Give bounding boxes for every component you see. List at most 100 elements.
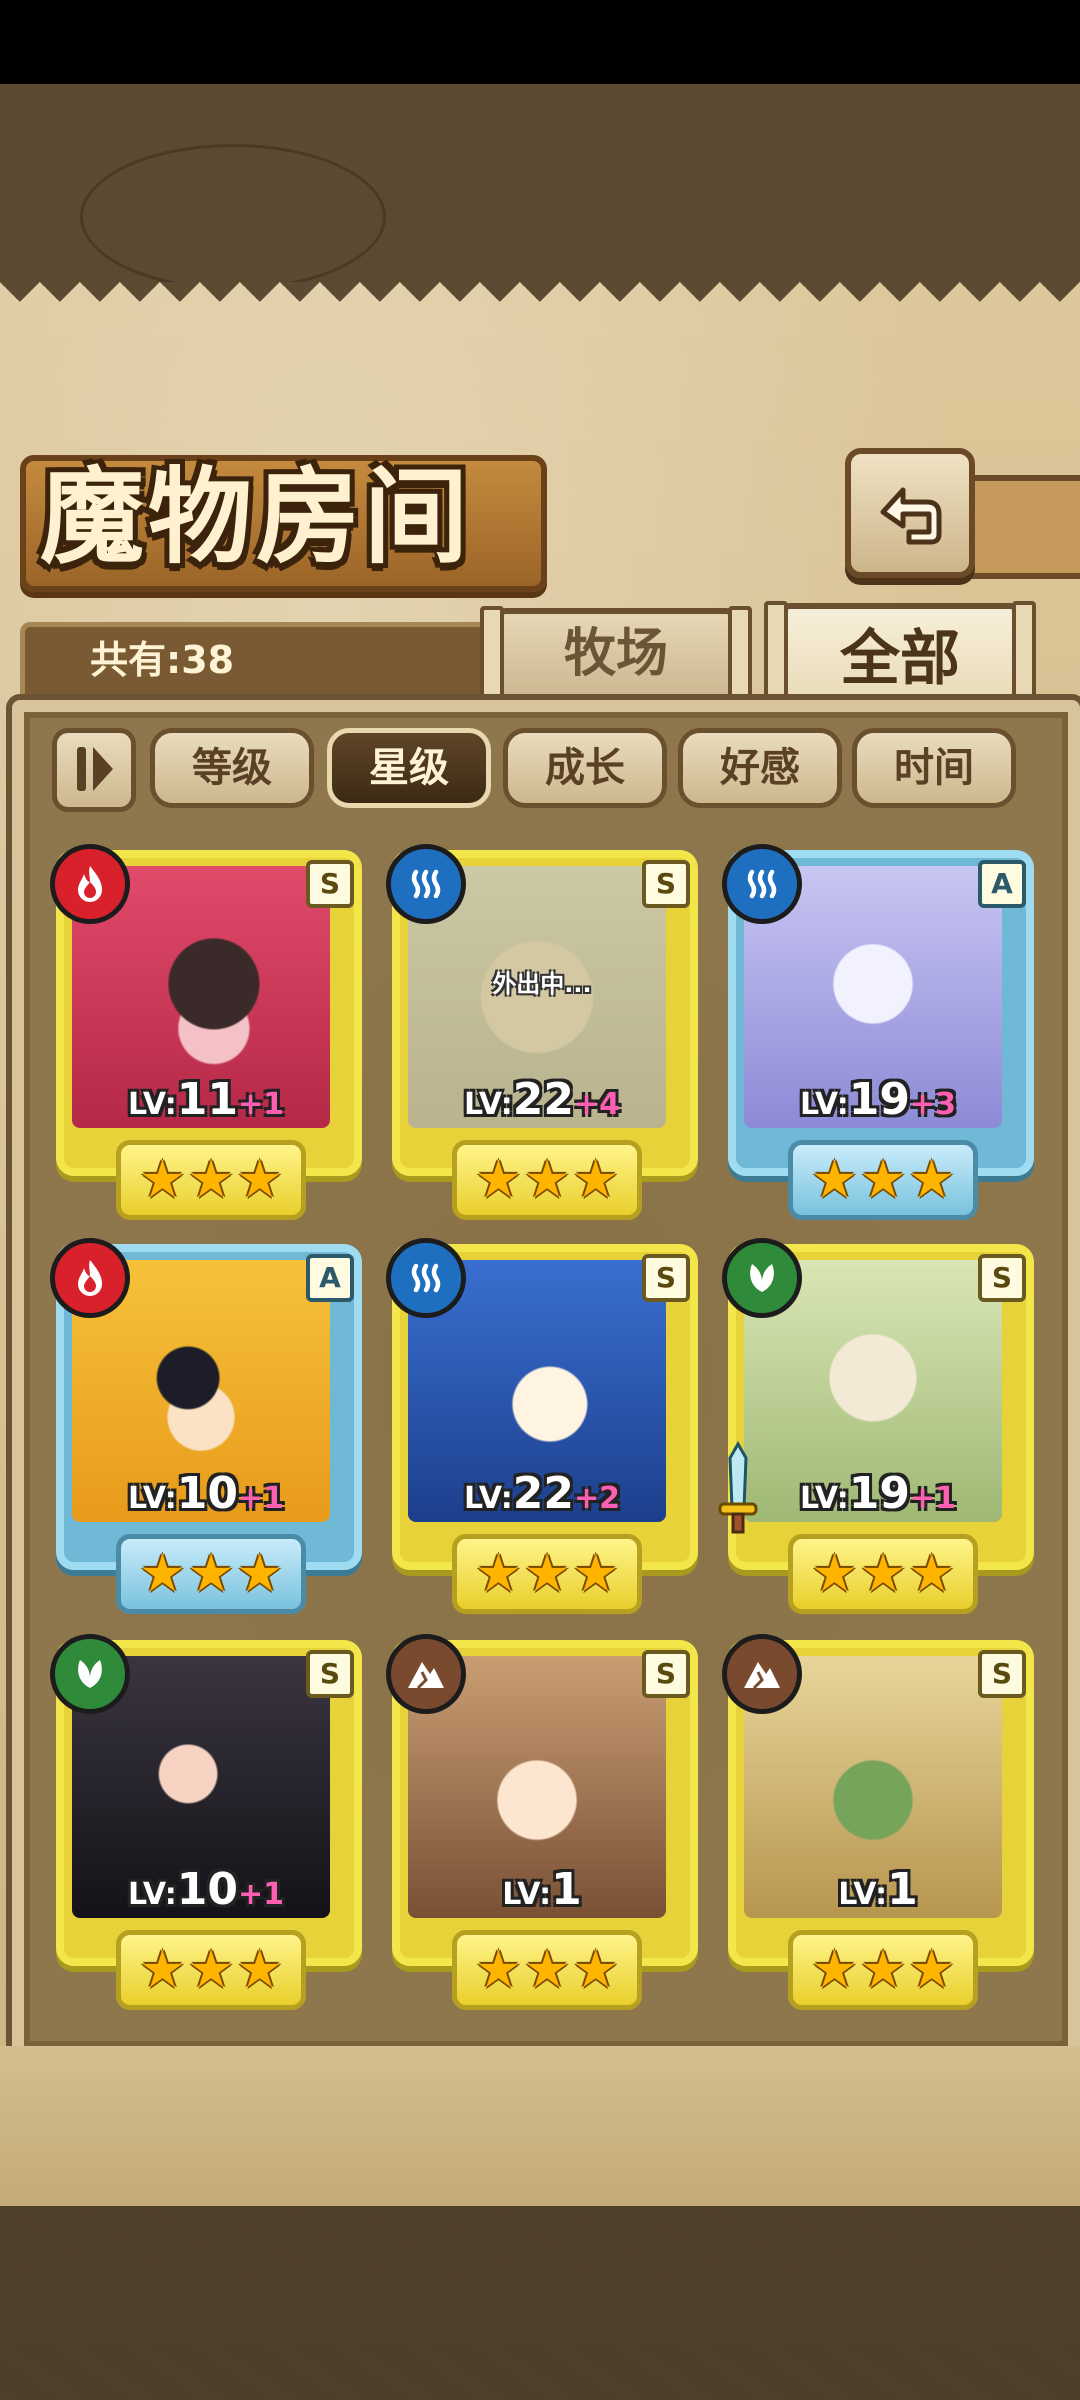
back-rail	[960, 475, 1080, 579]
star-icon: ★	[908, 1940, 955, 2000]
monster-card[interactable]: S LV:11+1 ★ ★ ★	[50, 844, 362, 1224]
fire-icon	[50, 844, 130, 924]
tier-badge: A	[978, 860, 1026, 908]
earth-icon	[386, 1634, 466, 1714]
level-prefix: LV:	[127, 1877, 177, 1912]
star-icon: ★	[811, 1150, 858, 1210]
back-arrow-icon	[880, 487, 942, 545]
level-prefix: LV:	[799, 1481, 849, 1516]
star-icon: ★	[572, 1150, 619, 1210]
star-rating: ★ ★ ★	[452, 1534, 642, 1614]
monster-card[interactable]: S LV:19+1 ★ ★ ★	[718, 1238, 1034, 1618]
star-rating: ★ ★ ★	[788, 1534, 978, 1614]
level-value: 11	[176, 1074, 239, 1125]
level-bonus: +1	[238, 1087, 285, 1122]
monster-card[interactable]: S LV:1 ★ ★ ★	[386, 1634, 698, 2014]
level-value: 19	[848, 1074, 911, 1125]
tier-badge: S	[642, 860, 690, 908]
level-label: LV:1	[722, 1864, 1034, 1915]
sort-order-toggle[interactable]	[52, 728, 136, 812]
earth-icon	[722, 1634, 802, 1714]
star-rating: ★ ★ ★	[116, 1534, 306, 1614]
tier-badge: S	[978, 1650, 1026, 1698]
level-bonus: +3	[910, 1087, 957, 1122]
sort-growth-button[interactable]: 成长	[503, 728, 667, 808]
level-prefix: LV:	[838, 1877, 888, 1912]
star-icon: ★	[139, 1150, 186, 1210]
water-icon	[722, 844, 802, 924]
star-icon: ★	[811, 1940, 858, 2000]
star-rating: ★ ★ ★	[116, 1140, 306, 1220]
star-icon: ★	[908, 1544, 955, 1604]
star-icon: ★	[187, 1150, 235, 1210]
star-rating: ★ ★ ★	[788, 1930, 978, 2010]
nature-icon	[722, 1238, 802, 1318]
level-value: 19	[848, 1468, 911, 1519]
tab-all[interactable]: 全部	[764, 601, 1036, 709]
sort-order-icon	[77, 747, 113, 791]
sort-time-button[interactable]: 时间	[852, 728, 1016, 808]
tier-badge: S	[306, 1650, 354, 1698]
back-button[interactable]	[845, 448, 975, 578]
star-icon: ★	[523, 1544, 571, 1604]
star-icon: ★	[187, 1940, 235, 2000]
tab-ranch[interactable]: 牧场	[480, 606, 752, 710]
level-bonus: +4	[574, 1087, 621, 1122]
monster-card[interactable]: S LV:22+2 ★ ★ ★	[386, 1238, 698, 1618]
level-value: 10	[176, 1468, 239, 1519]
level-bonus: +2	[574, 1481, 621, 1516]
star-icon: ★	[236, 1940, 283, 2000]
level-prefix: LV:	[127, 1087, 177, 1122]
tier-badge: S	[306, 860, 354, 908]
star-icon: ★	[859, 1544, 907, 1604]
star-icon: ★	[139, 1940, 186, 2000]
star-icon: ★	[572, 1940, 619, 2000]
star-icon: ★	[475, 1150, 522, 1210]
away-status: 外出中...	[492, 970, 592, 998]
sort-affinity-button[interactable]: 好感	[678, 728, 842, 808]
monster-count: 共有:38	[90, 638, 235, 682]
level-value: 10	[176, 1864, 239, 1915]
star-rating: ★ ★ ★	[452, 1930, 642, 2010]
star-icon: ★	[908, 1150, 955, 1210]
monster-card[interactable]: S LV:1 ★ ★ ★	[722, 1634, 1034, 2014]
star-icon: ★	[811, 1544, 858, 1604]
level-bonus: +1	[238, 1481, 285, 1516]
star-icon: ★	[236, 1150, 283, 1210]
status-bar	[0, 0, 1080, 84]
star-icon: ★	[187, 1544, 235, 1604]
star-rating: ★ ★ ★	[788, 1140, 978, 1220]
level-label: LV:22+4	[386, 1074, 698, 1125]
level-prefix: LV:	[502, 1877, 552, 1912]
star-icon: ★	[859, 1150, 907, 1210]
level-prefix: LV:	[127, 1481, 177, 1516]
level-value: 1	[551, 1864, 582, 1915]
level-value: 22	[512, 1468, 575, 1519]
tier-badge: S	[642, 1254, 690, 1302]
level-prefix: LV:	[463, 1087, 513, 1122]
monster-card[interactable]: A LV:10+1 ★ ★ ★	[50, 1238, 362, 1618]
tab-ranch-label: 牧场	[563, 624, 668, 684]
star-icon: ★	[523, 1150, 571, 1210]
page-title: 魔物房间	[40, 455, 473, 578]
level-prefix: LV:	[799, 1087, 849, 1122]
monster-card[interactable]: 外出中... S LV:22+4 ★ ★ ★	[386, 844, 698, 1224]
level-label: LV:19+3	[722, 1074, 1034, 1125]
star-icon: ★	[475, 1940, 522, 2000]
level-label: LV:1	[386, 1864, 698, 1915]
star-icon: ★	[523, 1940, 571, 2000]
fire-icon	[50, 1238, 130, 1318]
water-icon	[386, 844, 466, 924]
water-icon	[386, 1238, 466, 1318]
level-label: LV:19+1	[722, 1468, 1034, 1519]
monster-card[interactable]: S LV:10+1 ★ ★ ★	[50, 1634, 362, 2014]
monster-card[interactable]: A LV:19+3 ★ ★ ★	[722, 844, 1034, 1224]
sort-level-button[interactable]: 等级	[150, 728, 314, 808]
level-prefix: LV:	[463, 1481, 513, 1516]
star-icon: ★	[859, 1940, 907, 2000]
level-label: LV:10+1	[50, 1864, 362, 1915]
sort-star-button[interactable]: 星级	[327, 728, 491, 808]
star-icon: ★	[139, 1544, 186, 1604]
nature-icon	[50, 1634, 130, 1714]
star-rating: ★ ★ ★	[116, 1930, 306, 2010]
